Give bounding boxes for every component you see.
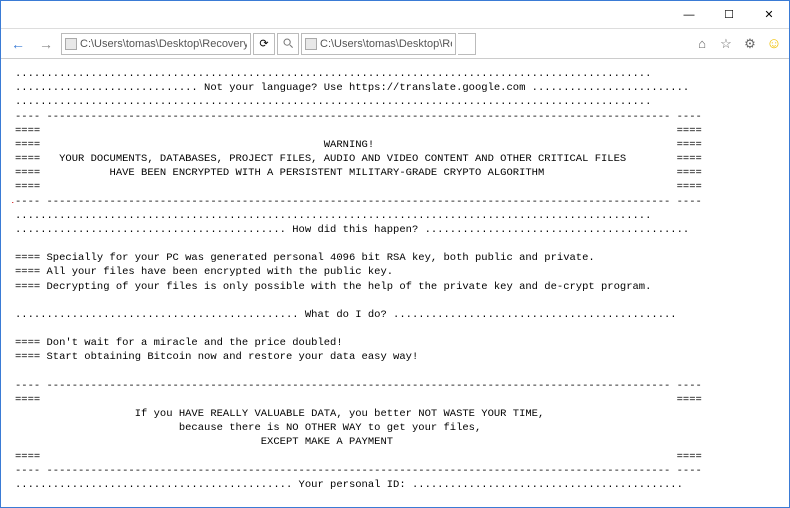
what-heading: ........................................… bbox=[15, 308, 775, 322]
address-bar[interactable]: C:\Users\tomas\Desktop\Recovery_47 bbox=[61, 33, 251, 55]
body-text: ==== All your files have been encrypted … bbox=[15, 265, 775, 279]
settings-icon[interactable]: ⚙ bbox=[739, 33, 761, 55]
smiley-icon[interactable]: ☺ bbox=[763, 33, 785, 55]
minimize-button[interactable]: — bbox=[669, 1, 709, 29]
dash-line: ---- -----------------------------------… bbox=[15, 379, 775, 393]
dash-line: ---- -----------------------------------… bbox=[15, 464, 775, 478]
lang-line: ............................. Not your l… bbox=[15, 81, 775, 95]
sep-line: ........................................… bbox=[15, 95, 775, 109]
refresh-button[interactable]: ⟳ bbox=[253, 33, 275, 55]
forward-button[interactable]: → bbox=[33, 32, 59, 56]
favorites-icon[interactable]: ☆ bbox=[715, 33, 737, 55]
warning-text: ==== YOUR DOCUMENTS, DATABASES, PROJECT … bbox=[15, 152, 775, 166]
search-button[interactable] bbox=[277, 33, 299, 55]
sep-line: ........................................… bbox=[15, 67, 775, 81]
search-icon bbox=[283, 38, 294, 49]
page-icon bbox=[65, 38, 77, 50]
value-text: because there is NO OTHER WAY to get you… bbox=[15, 421, 775, 435]
eq-line: ==== ==== bbox=[15, 393, 775, 407]
warning-line: ==== WARNING! ==== bbox=[15, 138, 775, 152]
eq-line: ==== ==== bbox=[15, 180, 775, 194]
page-icon bbox=[305, 38, 317, 50]
close-button[interactable]: ✕ bbox=[749, 1, 789, 29]
dash-line: ---- -----------------------------------… bbox=[15, 195, 775, 209]
maximize-button[interactable]: ☐ bbox=[709, 1, 749, 29]
body-text: ==== Don't wait for a miracle and the pr… bbox=[15, 336, 775, 350]
body-text: ==== Decrypting of your files is only po… bbox=[15, 280, 775, 294]
tab[interactable]: C:\Users\tomas\Desktop\Re... bbox=[301, 33, 456, 55]
eq-line: ==== ==== bbox=[15, 124, 775, 138]
new-tab-button[interactable] bbox=[458, 33, 476, 55]
toolbar: ← → C:\Users\tomas\Desktop\Recovery_47 ⟳… bbox=[1, 29, 789, 59]
pid-heading: ........................................… bbox=[15, 478, 775, 492]
document-content: All If ran .............................… bbox=[1, 59, 789, 507]
address-text: C:\Users\tomas\Desktop\Recovery_47 bbox=[80, 38, 247, 50]
body-text: ==== Specially for your PC was generated… bbox=[15, 251, 775, 265]
value-text: If you HAVE REALLY VALUABLE DATA, you be… bbox=[15, 407, 775, 421]
tab-text: C:\Users\tomas\Desktop\Re... bbox=[320, 38, 452, 50]
back-button[interactable]: ← bbox=[5, 32, 31, 56]
dash-line: ---- -----------------------------------… bbox=[15, 110, 775, 124]
eq-line: ==== ==== bbox=[15, 450, 775, 464]
browser-window: — ☐ ✕ ← → C:\Users\tomas\Desktop\Recover… bbox=[0, 0, 790, 508]
how-heading: ........................................… bbox=[15, 223, 775, 237]
titlebar: — ☐ ✕ bbox=[1, 1, 789, 29]
sep-line: ........................................… bbox=[15, 209, 775, 223]
value-text: EXCEPT MAKE A PAYMENT bbox=[15, 435, 775, 449]
warning-text: ==== HAVE BEEN ENCRYPTED WITH A PERSISTE… bbox=[15, 166, 775, 180]
home-icon[interactable]: ⌂ bbox=[691, 33, 713, 55]
personal-id: q6FixAiqSiiq6vey+KFrxQTHFlmyIwBGsgmR3KVZ… bbox=[15, 506, 775, 507]
body-text: ==== Start obtaining Bitcoin now and res… bbox=[15, 350, 775, 364]
